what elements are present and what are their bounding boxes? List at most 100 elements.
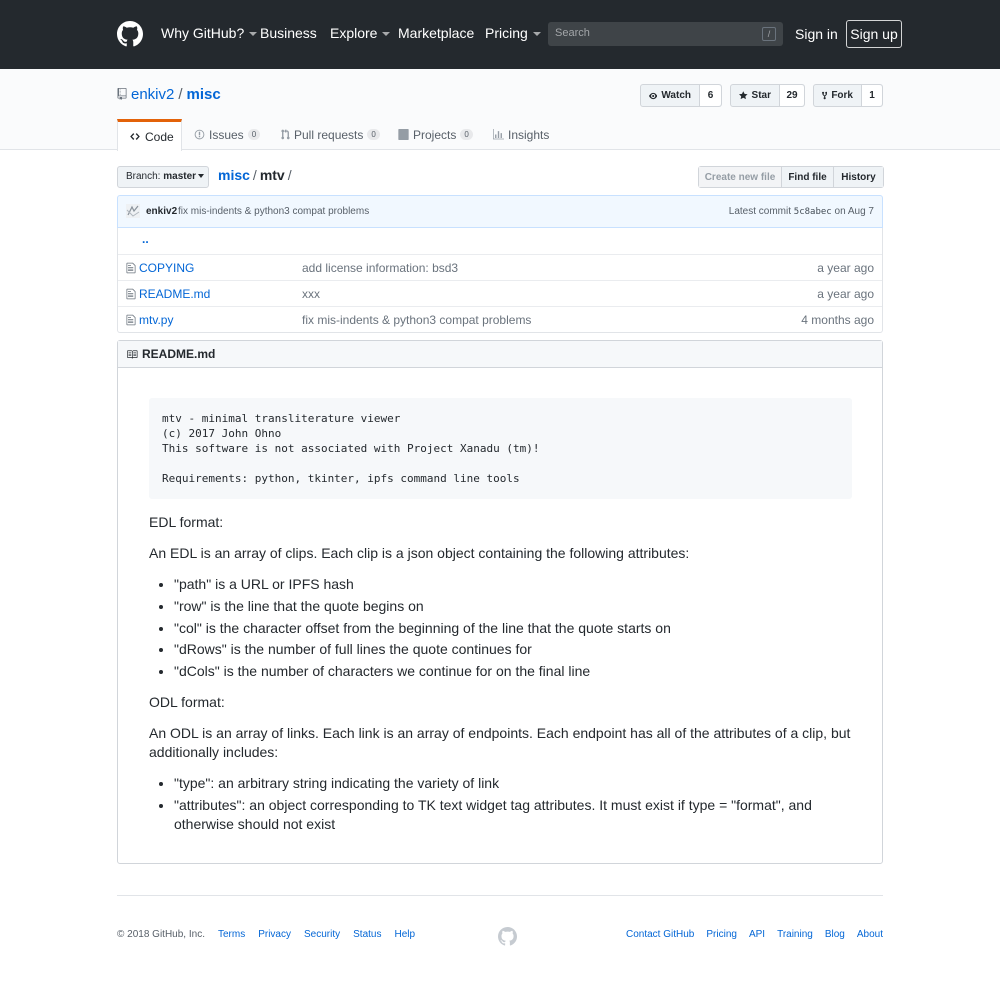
nav-explore[interactable]: Explore — [330, 25, 391, 41]
parent-directory-link[interactable]: .. — [142, 232, 149, 246]
latest-commit-info: Latest commit 5c8abec on Aug 7 — [729, 206, 874, 217]
chevron-down-icon — [198, 174, 205, 179]
file-name-link[interactable]: mtv.py — [139, 313, 173, 327]
edl-heading: EDL format: — [149, 514, 224, 530]
history-button[interactable]: History — [834, 167, 883, 187]
file-icon — [126, 314, 136, 326]
github-logo-icon[interactable] — [117, 21, 143, 47]
readme-code-block: mtv - minimal transliterature viewer (c)… — [149, 398, 852, 499]
footer-link-api[interactable]: API — [749, 929, 765, 940]
tab-insights[interactable]: Insights — [493, 119, 549, 150]
file-icon — [126, 262, 136, 274]
chevron-down-icon — [382, 32, 391, 37]
star-icon — [739, 91, 748, 100]
list-item: "row" is the line that the quote begins … — [174, 597, 852, 616]
file-age: a year ago — [817, 261, 874, 275]
file-row: README.md xxx a year ago — [118, 280, 882, 306]
footer-link-about[interactable]: About — [857, 929, 883, 940]
sign-in-link[interactable]: Sign in — [795, 26, 838, 42]
file-row-parent[interactable]: .. — [118, 228, 882, 254]
pull-request-icon — [281, 129, 290, 140]
footer-right: Contact GitHub Pricing API Training Blog Abou… — [614, 929, 883, 940]
footer-link-contact[interactable]: Contact GitHub — [626, 929, 694, 940]
find-file-button[interactable]: Find file — [782, 167, 834, 187]
site-header: Why GitHub? Business Explore Marketplace… — [0, 0, 1000, 69]
footer-link-training[interactable]: Training — [777, 929, 813, 940]
fork-button-group: Fork 1 — [813, 84, 883, 107]
list-item: "type": an arbitrary string indicating t… — [174, 774, 852, 793]
edl-attribute-list: "path" is a URL or IPFS hash "row" is th… — [149, 575, 852, 681]
file-icon — [126, 288, 136, 300]
fork-button[interactable]: Fork — [814, 85, 862, 106]
commit-sha-link[interactable]: 5c8abec — [794, 207, 832, 217]
search-placeholder: Search — [555, 27, 590, 39]
odl-intro: An ODL is an array of links. Each link i… — [149, 725, 851, 761]
commit-author-link[interactable]: enkiv2 — [146, 206, 177, 217]
tab-projects[interactable]: Projects 0 — [398, 119, 473, 150]
file-name-link[interactable]: README.md — [139, 287, 210, 301]
list-item: "col" is the character offset from the b… — [174, 619, 852, 638]
book-icon — [127, 349, 138, 359]
list-item: "path" is a URL or IPFS hash — [174, 575, 852, 594]
fork-icon — [822, 91, 828, 100]
file-name-link[interactable]: COPYING — [139, 261, 194, 275]
projects-counter: 0 — [460, 129, 473, 140]
github-mark-icon[interactable] — [498, 927, 517, 946]
repo-owner-link[interactable]: enkiv2 — [131, 86, 174, 103]
branch-prefix: Branch: — [126, 171, 161, 182]
breadcrumb-trailing-separator: / — [287, 167, 292, 183]
footer-left: © 2018 GitHub, Inc. Terms Privacy Security S… — [117, 929, 428, 940]
file-commit-message[interactable]: add license information: bsd3 — [302, 261, 458, 275]
chevron-down-icon — [532, 32, 541, 37]
file-row: mtv.py fix mis-indents & python3 compat … — [118, 306, 882, 332]
nav-business[interactable]: Business — [260, 25, 317, 41]
avatar[interactable] — [126, 204, 140, 218]
breadcrumb: misc / mtv / — [218, 167, 295, 183]
chevron-down-icon — [249, 32, 258, 37]
branch-select-button[interactable]: Branch: master — [117, 166, 209, 188]
eye-icon — [649, 92, 658, 99]
search-input[interactable]: Search / — [548, 22, 783, 46]
footer-link-security[interactable]: Security — [304, 929, 340, 940]
repo-icon — [117, 88, 127, 100]
latest-commit-bar: enkiv2 fix mis-indents & python3 compat … — [117, 195, 883, 228]
watch-button-group: Watch 6 — [640, 84, 722, 107]
footer-link-status[interactable]: Status — [353, 929, 381, 940]
footer-link-privacy[interactable]: Privacy — [258, 929, 291, 940]
watch-button[interactable]: Watch — [641, 85, 700, 106]
issue-icon — [194, 129, 205, 140]
repo-name-link[interactable]: misc — [187, 86, 221, 103]
odl-heading: ODL format: — [149, 694, 225, 711]
file-commit-message[interactable]: fix mis-indents & python3 compat problem… — [302, 313, 531, 327]
repo-title-separator: / — [178, 86, 183, 103]
tab-pull-requests[interactable]: Pull requests 0 — [281, 119, 380, 150]
readme-title: README.md — [142, 347, 216, 361]
tab-code[interactable]: Code — [117, 119, 182, 151]
file-actions: Create new file Find file History — [698, 166, 884, 188]
list-item: "dRows" is the number of full lines the … — [174, 640, 852, 659]
star-count[interactable]: 29 — [780, 85, 804, 106]
star-button[interactable]: Star — [731, 85, 780, 106]
footer-link-pricing[interactable]: Pricing — [706, 929, 737, 940]
tab-issues[interactable]: Issues 0 — [194, 119, 261, 150]
nav-why-github[interactable]: Why GitHub? — [161, 25, 258, 41]
copyright-text: © 2018 GitHub, Inc. — [117, 929, 205, 940]
odl-attribute-list: "type": an arbitrary string indicating t… — [149, 774, 852, 834]
branch-name: master — [163, 171, 197, 182]
file-age: a year ago — [817, 287, 874, 301]
fork-count[interactable]: 1 — [862, 85, 882, 106]
watch-count[interactable]: 6 — [700, 85, 721, 106]
footer-link-blog[interactable]: Blog — [825, 929, 845, 940]
breadcrumb-root-link[interactable]: misc — [218, 167, 250, 183]
nav-marketplace[interactable]: Marketplace — [398, 25, 474, 41]
nav-pricing[interactable]: Pricing — [485, 25, 541, 41]
footer-link-terms[interactable]: Terms — [218, 929, 245, 940]
commit-message-link[interactable]: fix mis-indents & python3 compat problem… — [178, 206, 369, 217]
graph-icon — [493, 129, 504, 140]
breadcrumb-separator: / — [252, 167, 257, 183]
file-commit-message[interactable]: xxx — [302, 287, 320, 301]
footer-link-help[interactable]: Help — [394, 929, 415, 940]
repo-title: enkiv2/misc — [131, 86, 221, 103]
sign-up-button[interactable]: Sign up — [846, 20, 902, 48]
file-list: .. COPYING add license information: bsd3… — [117, 228, 883, 333]
